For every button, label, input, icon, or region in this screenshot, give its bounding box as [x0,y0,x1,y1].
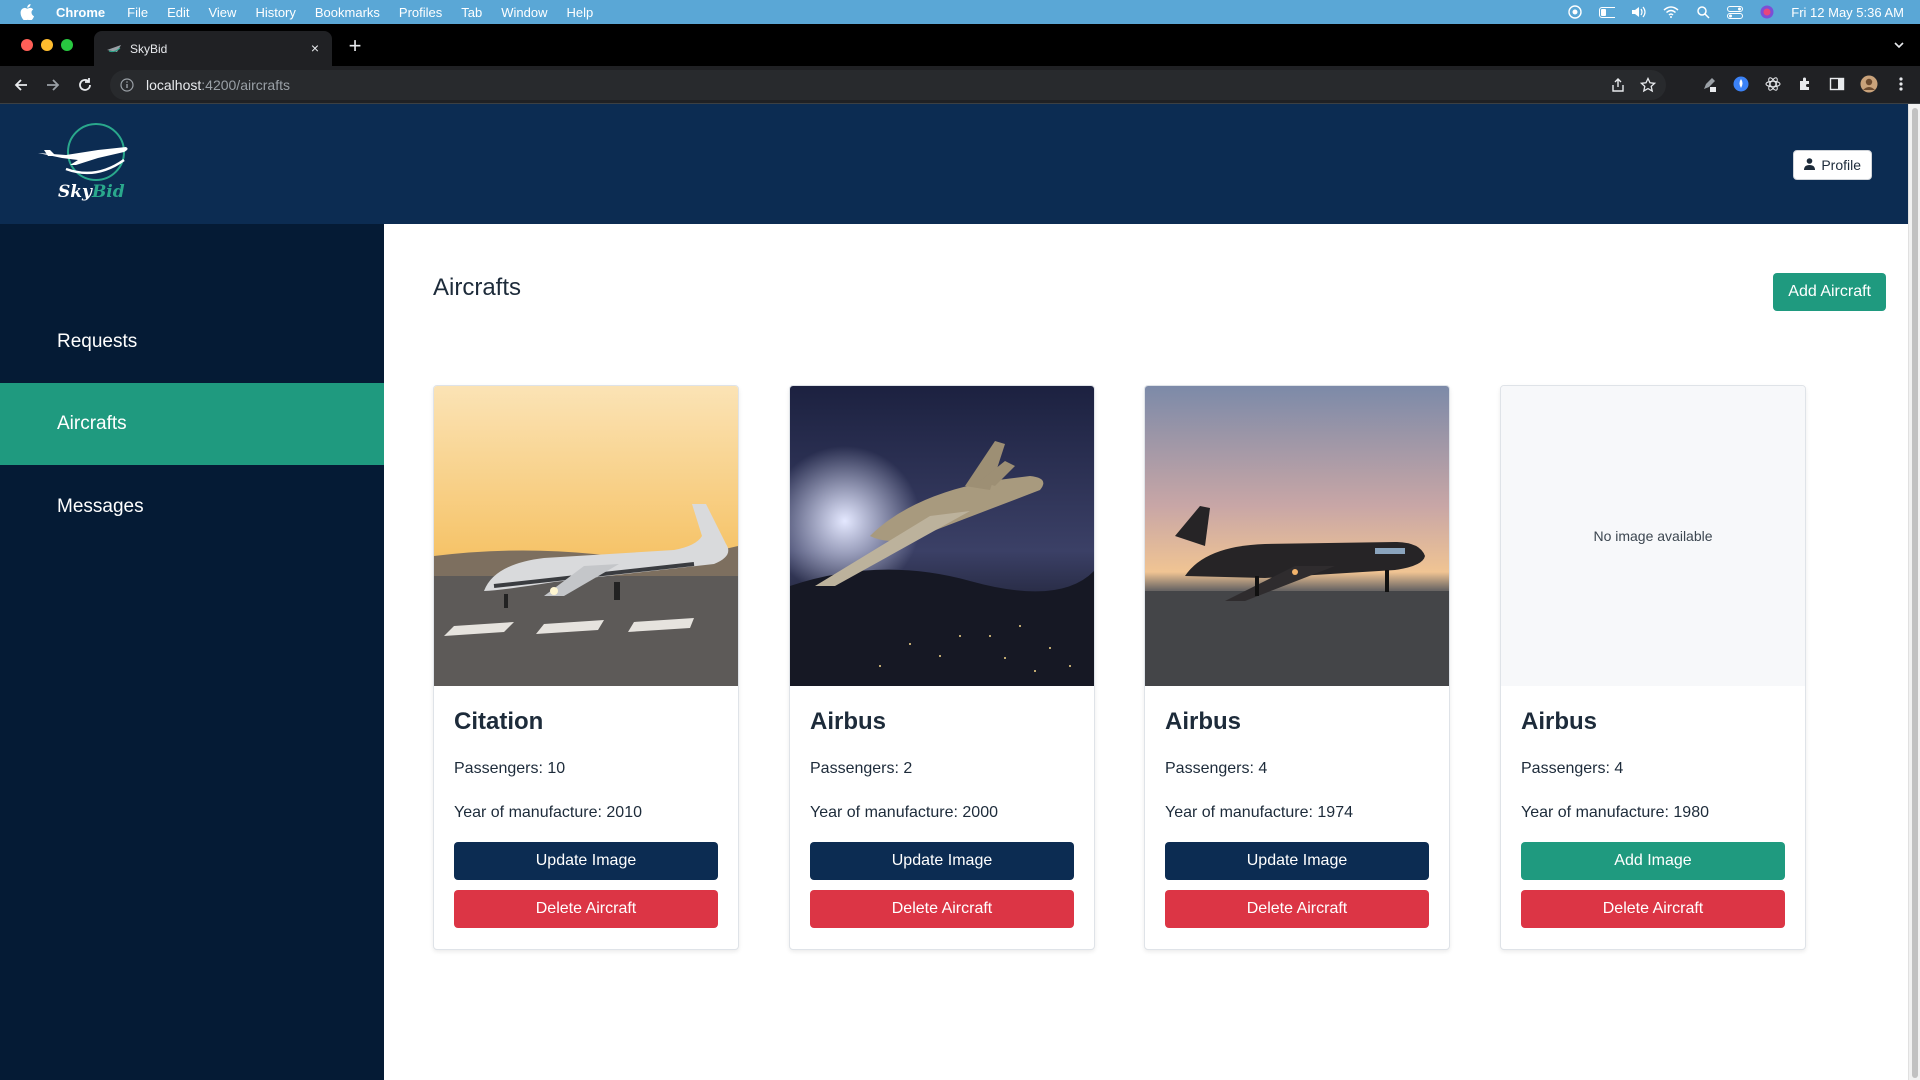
screen-record-icon[interactable] [1567,5,1583,19]
menu-window[interactable]: Window [501,5,547,20]
aircraft-year: Year of manufacture: 1980 [1521,804,1709,821]
update-image-button[interactable]: Update Image [810,842,1074,880]
aircraft-card: Citation Passengers: 10 Year of manufact… [433,385,739,950]
aircraft-card: Airbus Passengers: 2 Year of manufacture… [789,385,1095,950]
tab-title: SkyBid [130,41,168,56]
macos-menubar: Chrome File Edit View History Bookmarks … [0,0,1920,24]
app-header: SkyBid Profile [0,104,1908,224]
page-title: Aircrafts [433,274,522,301]
browser-toolbar: localhost:4200/aircrafts [0,66,1920,104]
extension-drop-icon[interactable] [1732,75,1750,93]
extension-react-icon[interactable] [1764,75,1782,93]
control-center-icon[interactable] [1727,5,1744,19]
delete-aircraft-button[interactable]: Delete Aircraft [1165,890,1429,928]
extension-pen-icon[interactable] [1700,75,1718,93]
siri-icon[interactable] [1759,5,1775,19]
delete-aircraft-button[interactable]: Delete Aircraft [810,890,1074,928]
profile-button[interactable]: Profile [1793,150,1872,180]
omnibox-actions [1610,76,1657,98]
aircraft-year: Year of manufacture: 2010 [454,804,642,821]
delete-aircraft-button[interactable]: Delete Aircraft [454,890,718,928]
aircraft-passengers: Passengers: 10 [454,760,566,777]
logo-sky-text: Sky [58,182,92,202]
profile-button-label: Profile [1821,157,1861,173]
add-image-button[interactable]: Add Image [1521,842,1785,880]
menu-file[interactable]: File [127,5,148,20]
bookmark-star-icon[interactable] [1639,76,1657,98]
aircraft-passengers: Passengers: 4 [1521,760,1624,777]
site-info-icon[interactable] [120,78,134,92]
menu-history[interactable]: History [255,5,295,20]
menu-help[interactable]: Help [567,5,594,20]
aircraft-passengers: Passengers: 4 [1165,760,1268,777]
menubar-clock[interactable]: Fri 12 May 5:36 AM [1791,5,1904,20]
aircraft-name: Airbus [1165,708,1242,735]
aircraft-year: Year of manufacture: 2000 [810,804,998,821]
window-maximize-button[interactable] [61,39,73,51]
aircraft-card: Airbus Passengers: 4 Year of manufacture… [1144,385,1450,950]
side-panel-icon[interactable] [1828,75,1846,93]
logo-bid-text: Bid [91,182,125,202]
update-image-button[interactable]: Update Image [454,842,718,880]
aircraft-name: Citation [454,708,544,735]
delete-aircraft-button[interactable]: Delete Aircraft [1521,890,1785,928]
add-aircraft-button[interactable]: Add Aircraft [1773,273,1886,311]
reload-icon[interactable] [76,76,94,94]
browser-tab-active[interactable]: SkyBid × [94,31,332,66]
aircraft-name: Airbus [1521,708,1598,735]
page-scrollbar[interactable] [1908,104,1920,1080]
volume-icon[interactable] [1631,5,1647,19]
no-image-placeholder: No image available [1501,386,1805,686]
share-icon[interactable] [1610,77,1626,98]
window-close-button[interactable] [21,39,33,51]
apple-icon[interactable] [20,4,36,20]
aircraft-name: Airbus [810,708,887,735]
user-icon [1804,157,1816,173]
sidebar: Requests Aircrafts Messages [0,224,384,1080]
aircraft-photo [790,386,1094,686]
forward-arrow-icon[interactable] [44,76,62,94]
aircraft-photo [1145,386,1449,686]
menu-tab[interactable]: Tab [461,5,482,20]
profile-avatar-icon[interactable] [1860,75,1878,93]
sidebar-item-messages[interactable]: Messages [0,466,384,548]
sidebar-item-aircrafts[interactable]: Aircrafts [0,383,384,465]
aircraft-card: No image available Airbus Passengers: 4 … [1500,385,1806,950]
tab-search-chevron-icon[interactable] [1892,38,1906,52]
tab-close-icon[interactable]: × [308,41,322,55]
wifi-icon[interactable] [1663,5,1679,19]
menu-app-name[interactable]: Chrome [56,5,105,20]
menu-profiles[interactable]: Profiles [399,5,442,20]
browser-tabstrip: SkyBid × + [0,24,1920,66]
menubar-status-area: Fri 12 May 5:36 AM [1567,0,1904,24]
battery-icon[interactable] [1599,5,1616,19]
window-minimize-button[interactable] [41,39,53,51]
extensions-puzzle-icon[interactable] [1796,75,1814,93]
update-image-button[interactable]: Update Image [1165,842,1429,880]
menu-edit[interactable]: Edit [167,5,189,20]
chrome-menu-icon[interactable] [1892,75,1910,93]
plane-favicon-icon [106,41,122,57]
menu-view[interactable]: View [208,5,236,20]
new-tab-plus-icon[interactable]: + [346,35,364,57]
extensions-area [1700,75,1910,93]
logo-wordmark: SkyBid [58,182,125,202]
menu-bookmarks[interactable]: Bookmarks [315,5,380,20]
sidebar-item-requests[interactable]: Requests [0,301,384,383]
url-host: localhost [146,77,202,93]
aircraft-photo [434,386,738,686]
aircraft-year: Year of manufacture: 1974 [1165,804,1353,821]
url-path: :4200/aircrafts [201,77,290,93]
spotlight-search-icon[interactable] [1695,5,1711,19]
main-content: Aircrafts Add Aircraft Citation Passenge… [384,224,1908,1080]
scrollbar-thumb[interactable] [1912,108,1918,1078]
back-arrow-icon[interactable] [12,76,30,94]
address-bar[interactable]: localhost:4200/aircrafts [110,70,1666,100]
aircraft-passengers: Passengers: 2 [810,760,913,777]
